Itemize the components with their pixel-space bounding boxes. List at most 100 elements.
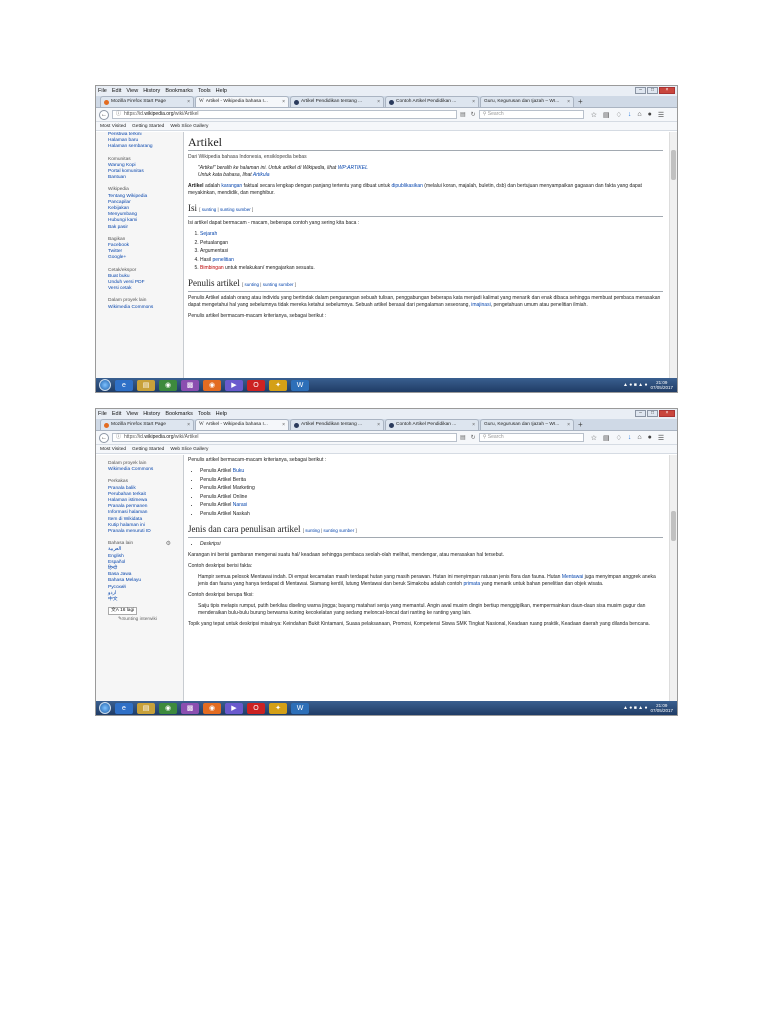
wiki-link[interactable]: Mentawai [562,574,583,580]
menu-edit[interactable]: Edit [112,409,121,419]
tab-firefox-start[interactable]: Mozilla Firefox Start Page × [100,419,194,430]
bookmark-star-icon[interactable]: ☆ [591,434,597,442]
close-tab-icon[interactable]: × [377,420,380,430]
bookmark-getting-started[interactable]: Getting Started [132,122,164,130]
wiki-link[interactable]: karangan [221,183,242,189]
firefox-taskbar-icon[interactable]: ◉ [203,379,221,391]
close-window-button[interactable]: × [659,87,675,94]
edit-interwiki-link[interactable]: ✎Sunting interwiki [108,617,183,623]
menu-edit[interactable]: Edit [112,86,121,96]
tab-artikel-pendidikan[interactable]: Artikel Pendidikan tentang ... × [290,419,384,430]
hamburger-menu-icon[interactable]: ☰ [658,111,664,119]
edit-source-link[interactable]: sunting sumber [220,207,251,212]
home-icon[interactable]: ⌂ [637,111,641,119]
wiki-link[interactable]: imajinasi [471,302,490,308]
scrollbar-thumb[interactable] [671,150,676,180]
ie-icon[interactable]: e [115,702,133,714]
back-button[interactable]: ← [99,109,109,120]
bookmarks-menu-icon[interactable]: ▤ [603,434,610,442]
word-icon[interactable]: W [291,379,309,391]
close-tab-icon[interactable]: × [282,97,285,107]
close-tab-icon[interactable]: × [187,97,190,107]
maximize-button[interactable]: □ [647,87,658,94]
url-bar[interactable]: ⓘ https://id.wikipedia.org/wiki/Artikel [112,110,457,119]
sidebar-link[interactable]: Bak pasir [108,225,183,231]
wiki-link[interactable]: dipublikasikan [392,183,423,189]
tab-artikel-pendidikan[interactable]: Artikel Pendidikan tentang ... × [290,96,384,107]
firefox-taskbar-icon[interactable]: ◉ [203,702,221,714]
start-button[interactable] [99,379,111,391]
reader-view-icon[interactable]: ▤ [460,434,466,441]
start-button[interactable] [99,702,111,714]
wiki-link[interactable]: Buku [233,468,244,474]
wiki-link[interactable]: primata [463,581,480,587]
hatnote-link[interactable]: Artikula [253,172,270,178]
wiki-link[interactable]: Bimbingan [200,265,224,271]
close-tab-icon[interactable]: × [472,97,475,107]
chat-icon[interactable]: ● [648,434,652,442]
gear-icon[interactable]: ⚙ [166,541,171,547]
downloads-icon[interactable]: ↓ [628,434,632,442]
menu-bookmarks[interactable]: Bookmarks [165,86,193,96]
menu-view[interactable]: View [126,409,138,419]
reload-icon[interactable]: ↻ [471,434,476,441]
sidebar-link[interactable]: Google+ [108,255,183,261]
sidebar-link[interactable]: Wikimedia Commons [108,467,183,473]
bookmarks-menu-icon[interactable]: ▤ [603,111,610,119]
edit-link[interactable]: sunting [245,282,260,287]
bookmark-getting-started[interactable]: Getting Started [132,445,164,453]
close-tab-icon[interactable]: × [567,97,570,107]
sidebar-link[interactable]: Halaman sembarang [108,144,183,150]
sidebar-link[interactable]: Pranala menuruti ID [108,529,183,535]
more-languages-button[interactable]: 文A 16 lagi [108,607,138,616]
hatnote-link[interactable]: WP:ARTIKEL [338,165,368,171]
edit-source-link[interactable]: sunting sumber [323,528,354,533]
close-tab-icon[interactable]: × [282,420,285,430]
reader-view-icon[interactable]: ▤ [460,111,466,118]
url-bar[interactable]: ⓘ https://id.wikipedia.org/wiki/Artikel [112,433,457,442]
menu-history[interactable]: History [143,409,160,419]
menu-bookmarks[interactable]: Bookmarks [165,409,193,419]
search-input[interactable]: ⚲ Search [478,433,584,442]
bookmark-star-icon[interactable]: ☆ [591,111,597,119]
scrollbar-thumb[interactable] [671,511,676,541]
tab-artikel-wikipedia[interactable]: W Artikel - Wikipedia bahasa I... × [195,419,289,430]
menu-help[interactable]: Help [216,86,227,96]
menu-file[interactable]: File [98,86,107,96]
menu-tools[interactable]: Tools [198,86,211,96]
clock[interactable]: 21:09 07/05/2017 [650,380,673,390]
close-tab-icon[interactable]: × [187,420,190,430]
close-window-button[interactable]: × [659,410,675,417]
reload-icon[interactable]: ↻ [471,111,476,118]
menu-file[interactable]: File [98,409,107,419]
page-scrollbar[interactable] [669,132,677,380]
ie-icon[interactable]: e [115,379,133,391]
word-icon[interactable]: W [291,702,309,714]
language-link[interactable]: 中文 [108,597,183,603]
sidebar-link[interactable]: Wikimedia Commons [108,305,183,311]
bookmark-most-visited[interactable]: Most Visited [100,122,126,130]
tab-contoh-artikel[interactable]: Contoh Artikel Pendidikan ... × [385,96,479,107]
media-player-icon[interactable]: ▶ [225,702,243,714]
bookmark-most-visited[interactable]: Most Visited [100,445,126,453]
tab-guru[interactable]: Guru, Kegurusan dan Ijazah – WI... × [480,96,574,107]
menu-history[interactable]: History [143,86,160,96]
file-explorer-icon[interactable]: ▤ [137,379,155,391]
chrome-icon[interactable]: ◉ [159,702,177,714]
close-tab-icon[interactable]: × [472,420,475,430]
tab-firefox-start[interactable]: Mozilla Firefox Start Page × [100,96,194,107]
chat-icon[interactable]: ● [648,111,652,119]
edit-link[interactable]: sunting [305,528,320,533]
tab-contoh-artikel[interactable]: Contoh Artikel Pendidikan ... × [385,419,479,430]
back-button[interactable]: ← [99,432,109,443]
new-tab-button[interactable]: + [575,420,586,430]
chrome-icon[interactable]: ◉ [159,379,177,391]
wiki-link[interactable]: Sejarah [200,231,217,237]
clock[interactable]: 21:09 07/05/2017 [650,703,673,713]
minimize-button[interactable]: – [635,87,646,94]
close-tab-icon[interactable]: × [377,97,380,107]
opera-icon[interactable]: O [247,702,265,714]
new-tab-button[interactable]: + [575,97,586,107]
tray-icons[interactable]: ▲ ● ■ ▲ ● [623,382,648,388]
close-tab-icon[interactable]: × [567,420,570,430]
